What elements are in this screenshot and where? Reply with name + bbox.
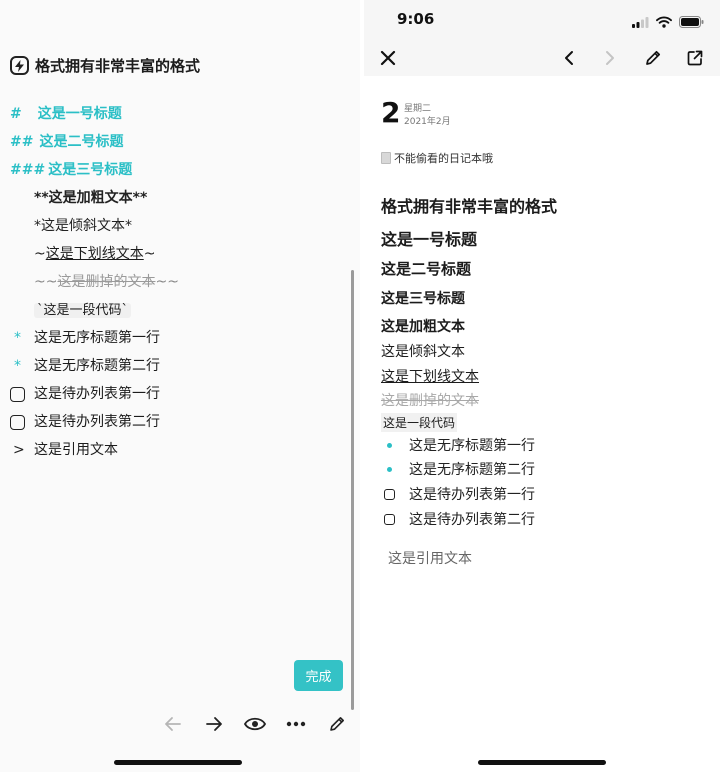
preview-strike: 这是删掉的文本 [381,393,479,409]
heading-mark: # [10,106,22,122]
pencil-icon[interactable] [324,711,350,737]
bullet-mark: * [14,330,21,346]
preview-nav-bar [364,40,720,76]
preview-h1: 这是一号标题 [381,230,478,249]
underline-text: 这是下划线文本 [45,246,144,262]
todo-text: 这是待办列表第二行 [34,414,160,430]
preview-bold: 这是加粗文本 [381,319,465,335]
more-icon[interactable] [283,711,309,737]
preview-bullet: 这是无序标题第二行 [409,462,535,478]
preview-todo: 这是待办列表第二行 [409,512,535,528]
editor-line-underline[interactable]: ~这是下划线文本~ [34,243,155,265]
preview-todo: 这是待办列表第一行 [409,487,535,503]
strike-mark: ~~ [155,274,179,290]
preview-pane: 9:06 2 星期二 2021年2月 不能偷看的日记本哦 格式拥有非常丰富的格式… [364,0,720,772]
diary-name[interactable]: 不能偷看的日记本哦 [381,150,493,166]
heading-mark: ## [10,134,34,150]
editor-line-bullet-1[interactable]: * 这是无序标题第一行 [0,327,200,349]
code-text: `这是一段代码` [34,303,132,318]
quote-mark: > [13,442,25,458]
editor-toolbar [160,710,350,738]
underline-mark: ~ [34,246,46,262]
strike-text: 这是删掉的文本 [57,274,156,290]
status-icons [632,13,704,32]
chevron-left-icon[interactable] [556,45,582,71]
preview-h2: 这是二号标题 [381,260,472,278]
pencil-icon[interactable] [640,45,666,71]
editor-line-h3[interactable]: ### 这是三号标题 [10,159,132,181]
date-year-month: 2021年2月 [404,117,451,127]
preview-italic: 这是倾斜文本 [381,344,465,360]
checkbox-icon[interactable] [384,489,395,500]
done-button[interactable]: 完成 [294,660,343,691]
editor-line-h1[interactable]: # 这是一号标题 [10,103,122,125]
eye-icon[interactable] [242,711,268,737]
status-bar: 9:06 [364,0,720,40]
editor-pane: 格式拥有非常丰富的格式 # 这是一号标题 ## 这是二号标题 ### 这是三号标题 *… [0,0,360,772]
bullet-text: 这是无序标题第二行 [34,358,160,374]
home-indicator [114,760,242,765]
battery-icon [679,13,704,32]
arrow-right-icon[interactable] [201,711,227,737]
h1-text: 这是一号标题 [37,106,122,122]
heading-mark: ### [10,162,46,178]
signal-icon [632,13,649,32]
checkbox-icon[interactable] [10,415,25,430]
bullet-mark: * [14,358,21,374]
checkbox-icon[interactable] [384,514,395,525]
status-time: 9:06 [397,10,435,28]
diary-name-text: 不能偷看的日记本哦 [394,152,493,165]
bolt-icon [10,56,29,75]
home-indicator [478,760,606,765]
editor-line-code[interactable]: `这是一段代码` [34,299,132,321]
todo-text: 这是待办列表第一行 [34,386,160,402]
editor-line-todo-1[interactable]: 这是待办列表第一行 [0,383,200,405]
quote-text: 这是引用文本 [34,442,118,458]
preview-underline: 这是下划线文本 [381,369,479,385]
share-icon[interactable] [682,45,708,71]
editor-line-h2[interactable]: ## 这是二号标题 [10,131,123,153]
editor-line-todo-2[interactable]: 这是待办列表第二行 [0,411,200,433]
date-day: 2 [381,96,401,129]
h3-text: 这是三号标题 [48,162,133,178]
editor-title[interactable]: 格式拥有非常丰富的格式 [10,55,200,76]
underline-mark: ~ [143,246,156,262]
scrollbar[interactable] [351,270,354,710]
h2-text: 这是二号标题 [39,134,124,150]
bullet-dot-icon [387,467,392,472]
wifi-icon [656,13,672,32]
preview-bullet: 这是无序标题第一行 [409,438,535,454]
editor-line-italic[interactable]: *这是倾斜文本* [34,215,132,237]
bullet-dot-icon [387,443,392,448]
notebook-icon [381,152,391,164]
arrow-left-icon[interactable] [160,711,186,737]
date-weekday: 星期二 [404,104,432,114]
editor-line-strike[interactable]: ~~这是删掉的文本~~ [34,271,179,293]
strike-mark: ~~ [34,274,58,290]
editor-line-bullet-2[interactable]: * 这是无序标题第二行 [0,355,200,377]
preview-title: 格式拥有非常丰富的格式 [381,197,558,216]
preview-quote: 这是引用文本 [388,551,472,567]
preview-h3: 这是三号标题 [381,291,465,307]
preview-code: 这是一段代码 [381,413,458,432]
bullet-text: 这是无序标题第一行 [34,330,160,346]
editor-line-quote[interactable]: > 这是引用文本 [0,439,200,461]
checkbox-icon[interactable] [10,387,25,402]
editor-line-bold[interactable]: **这是加粗文本** [34,187,147,209]
close-icon[interactable] [375,45,401,71]
chevron-right-icon[interactable] [597,45,623,71]
editor-title-text: 格式拥有非常丰富的格式 [35,57,201,75]
